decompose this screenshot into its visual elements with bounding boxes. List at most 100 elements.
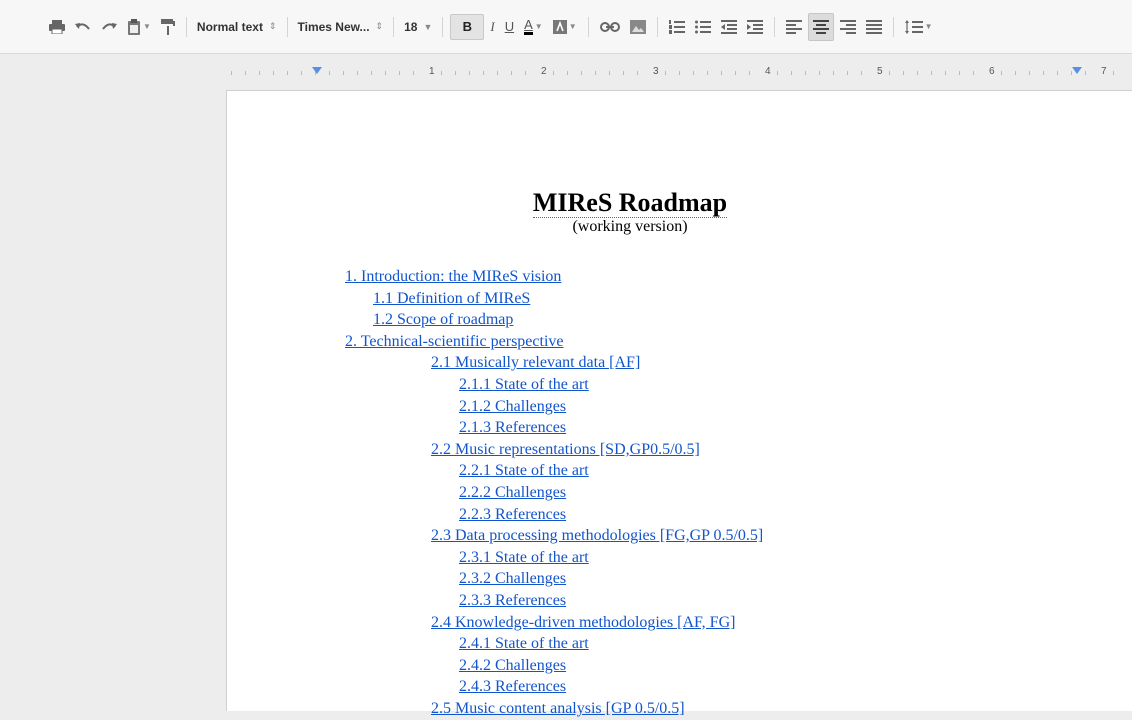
chevron-down-icon: ▼ [924, 22, 933, 31]
toolbar-divider [185, 16, 187, 37]
ruler-tick [889, 71, 890, 75]
toolbar-divider [286, 16, 288, 37]
italic-button[interactable]: I [486, 14, 498, 40]
toolbar-divider [587, 16, 589, 37]
toc-link[interactable]: 2. Technical-scientific perspective [345, 331, 563, 353]
ruler-tick [525, 71, 526, 75]
ruler-tick [343, 71, 344, 75]
toc-link[interactable]: 2.1.2 Challenges [459, 396, 566, 418]
underline-button[interactable]: U [501, 14, 518, 40]
ruler-tick [1015, 71, 1016, 75]
toc-link[interactable]: 2.2 Music representations [SD,GP0.5/0.5] [431, 439, 700, 461]
toc-link[interactable]: 1. Introduction: the MIReS vision [345, 266, 561, 288]
ruler-tick [861, 71, 862, 75]
ruler-number: 5 [875, 66, 885, 77]
print-icon[interactable] [45, 14, 69, 40]
text-color-button[interactable]: A ▼ [520, 14, 547, 40]
document-page[interactable]: MIReS Roadmap (working version) 1. Intro… [226, 90, 1132, 717]
redo-icon[interactable] [97, 14, 121, 40]
ruler-tick [1057, 71, 1058, 75]
line-spacing-icon[interactable]: ▼ [901, 14, 937, 40]
align-left-icon[interactable] [782, 14, 806, 40]
link-icon[interactable] [596, 14, 624, 40]
right-indent-marker[interactable] [1072, 67, 1082, 74]
ruler-tick [693, 71, 694, 75]
updown-icon: ⇕ [268, 21, 277, 31]
toc-link[interactable]: 2.3.1 State of the art [459, 547, 589, 569]
toc-link[interactable]: 2.2.1 State of the art [459, 460, 589, 482]
align-right-icon[interactable] [836, 14, 860, 40]
ruler-tick [791, 71, 792, 75]
toolbar: ▼ Normal text ⇕ Times New... ⇕ 18 ▼ B I … [0, 0, 1132, 54]
ruler-tick [665, 71, 666, 75]
image-icon[interactable] [626, 14, 650, 40]
ruler-tick [1029, 71, 1030, 75]
ruler-tick [329, 71, 330, 75]
toc-link[interactable]: 2.1.1 State of the art [459, 374, 589, 396]
bold-button[interactable]: B [450, 13, 485, 40]
toc-link[interactable]: 2.4.1 State of the art [459, 633, 589, 655]
bulleted-list-icon[interactable] [691, 14, 715, 40]
numbered-list-icon[interactable] [665, 14, 689, 40]
ruler-tick [357, 71, 358, 75]
toc-link[interactable]: 1.2 Scope of roadmap [373, 309, 513, 331]
chevron-down-icon: ▼ [143, 22, 151, 31]
paste-icon[interactable]: ▼ [123, 14, 155, 40]
toc-link[interactable]: 2.2.3 References [459, 504, 566, 526]
ruler-tick [1043, 71, 1044, 75]
ruler-tick [819, 71, 820, 75]
left-indent-marker[interactable] [312, 67, 322, 74]
document-title-text: MIReS Roadmap [532, 188, 728, 218]
ruler-tick [469, 71, 470, 75]
toolbar-divider [773, 16, 775, 37]
align-justify-icon[interactable] [862, 14, 886, 40]
ruler-tick [945, 71, 946, 75]
toc-link[interactable]: 1.1 Definition of MIReS [373, 288, 530, 310]
ruler-tick [483, 71, 484, 75]
decrease-indent-icon[interactable] [717, 14, 741, 40]
style-dropdown[interactable]: Normal text ⇕ [193, 14, 281, 40]
chevron-down-icon: ▼ [534, 22, 543, 31]
ruler-tick [231, 71, 232, 75]
toc-link[interactable]: 2.3.2 Challenges [459, 568, 566, 590]
ruler-tick [287, 71, 288, 75]
ruler-tick [917, 71, 918, 75]
highlight-icon [552, 19, 567, 34]
ruler-tick [707, 71, 708, 75]
toc-link[interactable]: 2.4 Knowledge-driven methodologies [AF, … [431, 612, 735, 634]
highlight-color-button[interactable]: ▼ [549, 14, 581, 40]
ruler[interactable]: 1 2 3 4 5 6 7 [226, 63, 1132, 83]
toc-link[interactable]: 2.4.2 Challenges [459, 655, 566, 677]
ruler-tick [609, 71, 610, 75]
ruler-tick [749, 71, 750, 75]
ruler-tick [399, 71, 400, 75]
toolbar-divider [892, 16, 894, 37]
ruler-tick [385, 71, 386, 75]
increase-indent-icon[interactable] [743, 14, 767, 40]
font-size-label: 18 [404, 19, 418, 34]
undo-icon[interactable] [71, 14, 95, 40]
ruler-number: 7 [1099, 66, 1109, 77]
toc-link[interactable]: 2.2.2 Challenges [459, 482, 566, 504]
paint-format-icon[interactable] [157, 14, 179, 40]
ruler-tick [567, 71, 568, 75]
toc-link[interactable]: 2.4.3 References [459, 676, 566, 698]
font-size-dropdown[interactable]: 18 ▼ [400, 14, 436, 40]
toc-link[interactable]: 2.1 Musically relevant data [AF] [431, 352, 640, 374]
ruler-number: 6 [987, 66, 997, 77]
ruler-tick [735, 71, 736, 75]
toc-link[interactable]: 2.5 Music content analysis [GP 0.5/0.5] [431, 698, 685, 720]
ruler-tick [1001, 71, 1002, 75]
ruler-tick [371, 71, 372, 75]
toc-link[interactable]: 2.3.3 References [459, 590, 566, 612]
font-dropdown[interactable]: Times New... ⇕ [294, 14, 388, 40]
ruler-tick [581, 71, 582, 75]
ruler-tick [637, 71, 638, 75]
ruler-tick [973, 71, 974, 75]
ruler-tick [833, 71, 834, 75]
align-center-icon[interactable] [807, 12, 834, 41]
ruler-tick [847, 71, 848, 75]
ruler-tick [721, 71, 722, 75]
toc-link[interactable]: 2.1.3 References [459, 417, 566, 439]
toc-link[interactable]: 2.3 Data processing methodologies [FG,GP… [431, 525, 763, 547]
